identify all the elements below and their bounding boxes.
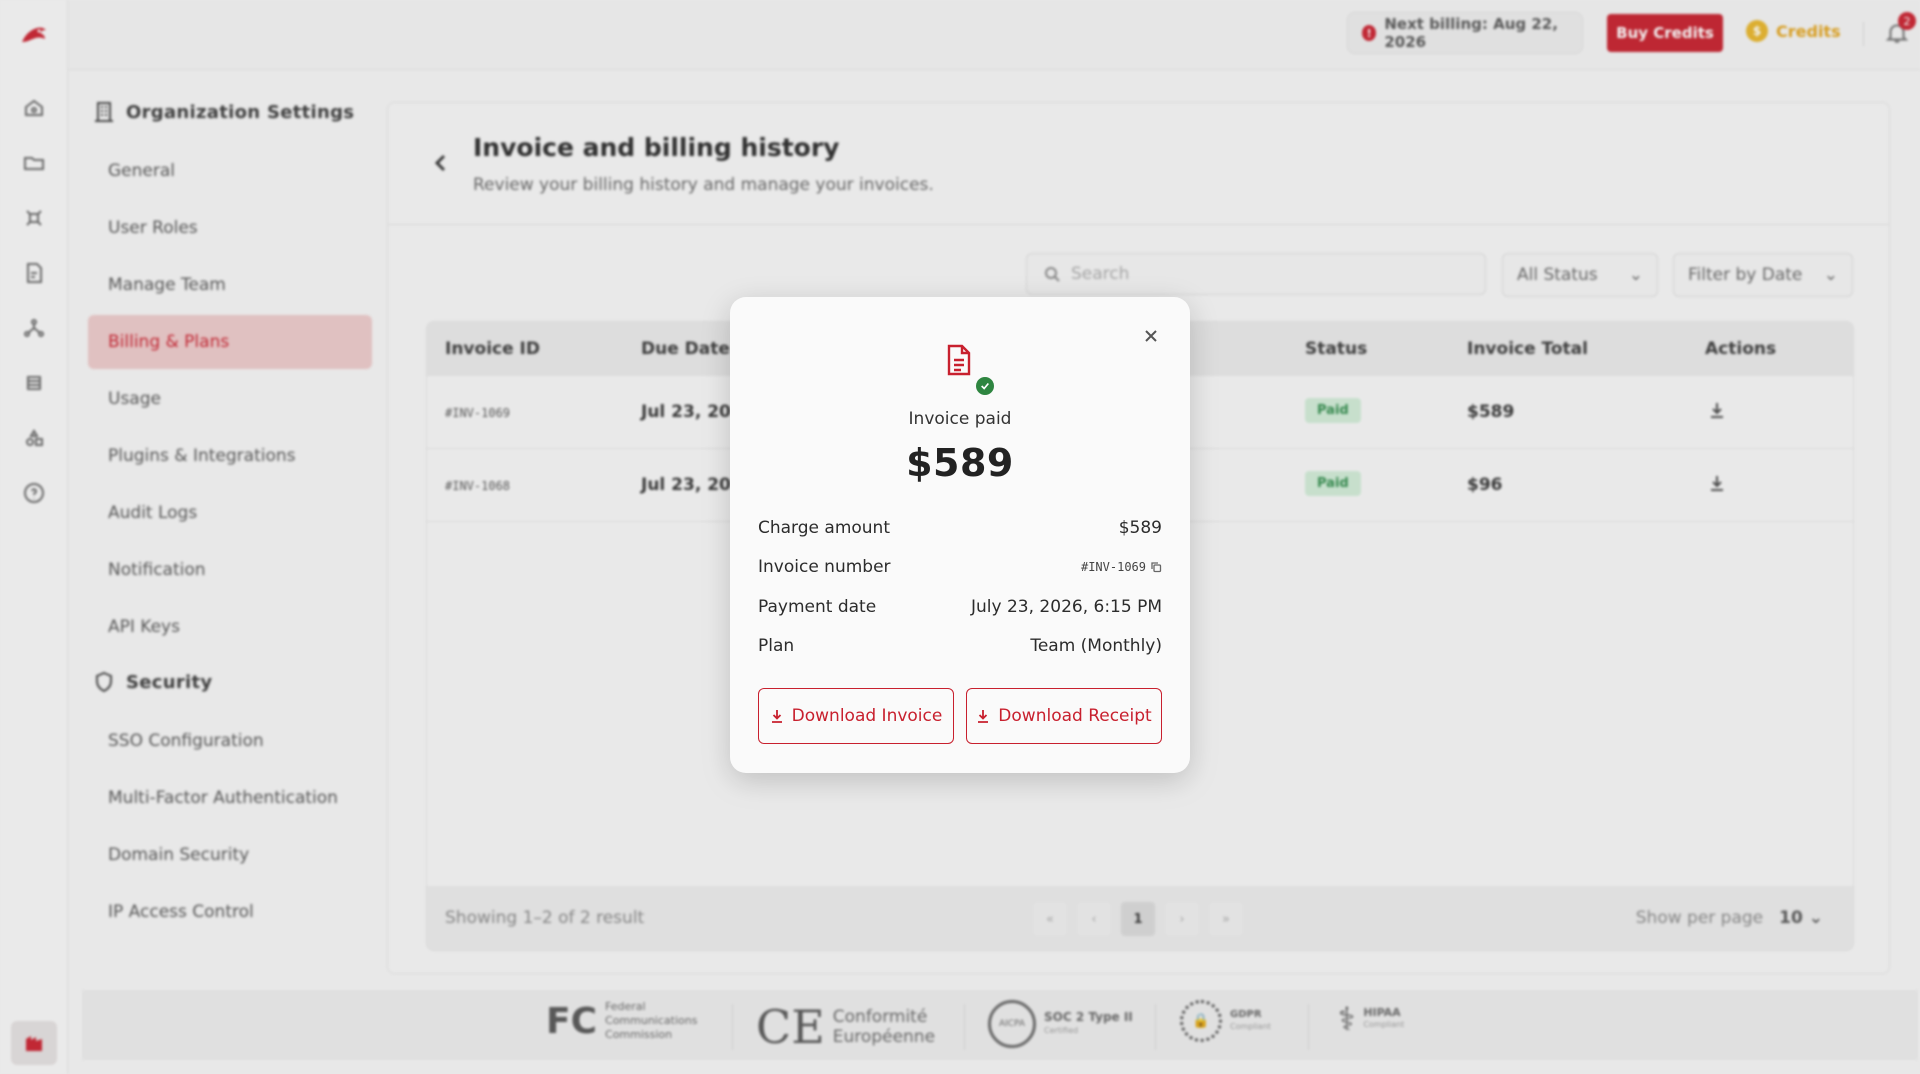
plan-value: Team (Monthly) bbox=[1030, 636, 1162, 656]
download-icon bbox=[976, 708, 990, 724]
invoice-document-icon bbox=[944, 343, 974, 377]
payment-date-label: Payment date bbox=[758, 597, 877, 617]
download-receipt-label: Download Receipt bbox=[998, 706, 1152, 726]
download-invoice-label: Download Invoice bbox=[791, 706, 943, 726]
close-icon[interactable] bbox=[1142, 327, 1160, 345]
download-receipt-button[interactable]: Download Receipt bbox=[966, 688, 1162, 744]
payment-date-value: July 23, 2026, 6:15 PM bbox=[971, 597, 1162, 617]
copy-icon[interactable] bbox=[1150, 561, 1162, 573]
invoice-amount: $589 bbox=[906, 441, 1014, 485]
charge-amount-row: Charge amount $589 bbox=[758, 516, 1162, 540]
invoice-number-value: #INV-1069 bbox=[1080, 560, 1146, 574]
plan-row: Plan Team (Monthly) bbox=[758, 634, 1162, 658]
payment-date-row: Payment date July 23, 2026, 6:15 PM bbox=[758, 595, 1162, 619]
invoice-number-label: Invoice number bbox=[758, 557, 891, 577]
download-icon bbox=[770, 708, 784, 724]
invoice-status-label: Invoice paid bbox=[908, 409, 1012, 429]
charge-amount-label: Charge amount bbox=[758, 518, 890, 538]
charge-amount-value: $589 bbox=[1118, 518, 1162, 538]
invoice-paid-modal: Invoice paid $589 Charge amount $589 Inv… bbox=[730, 297, 1190, 773]
plan-label: Plan bbox=[758, 636, 795, 656]
download-invoice-button[interactable]: Download Invoice bbox=[758, 688, 954, 744]
check-icon bbox=[974, 375, 996, 397]
invoice-number-row: Invoice number #INV-1069 bbox=[758, 555, 1162, 579]
invoice-number-value-wrap: #INV-1069 bbox=[1081, 560, 1162, 574]
